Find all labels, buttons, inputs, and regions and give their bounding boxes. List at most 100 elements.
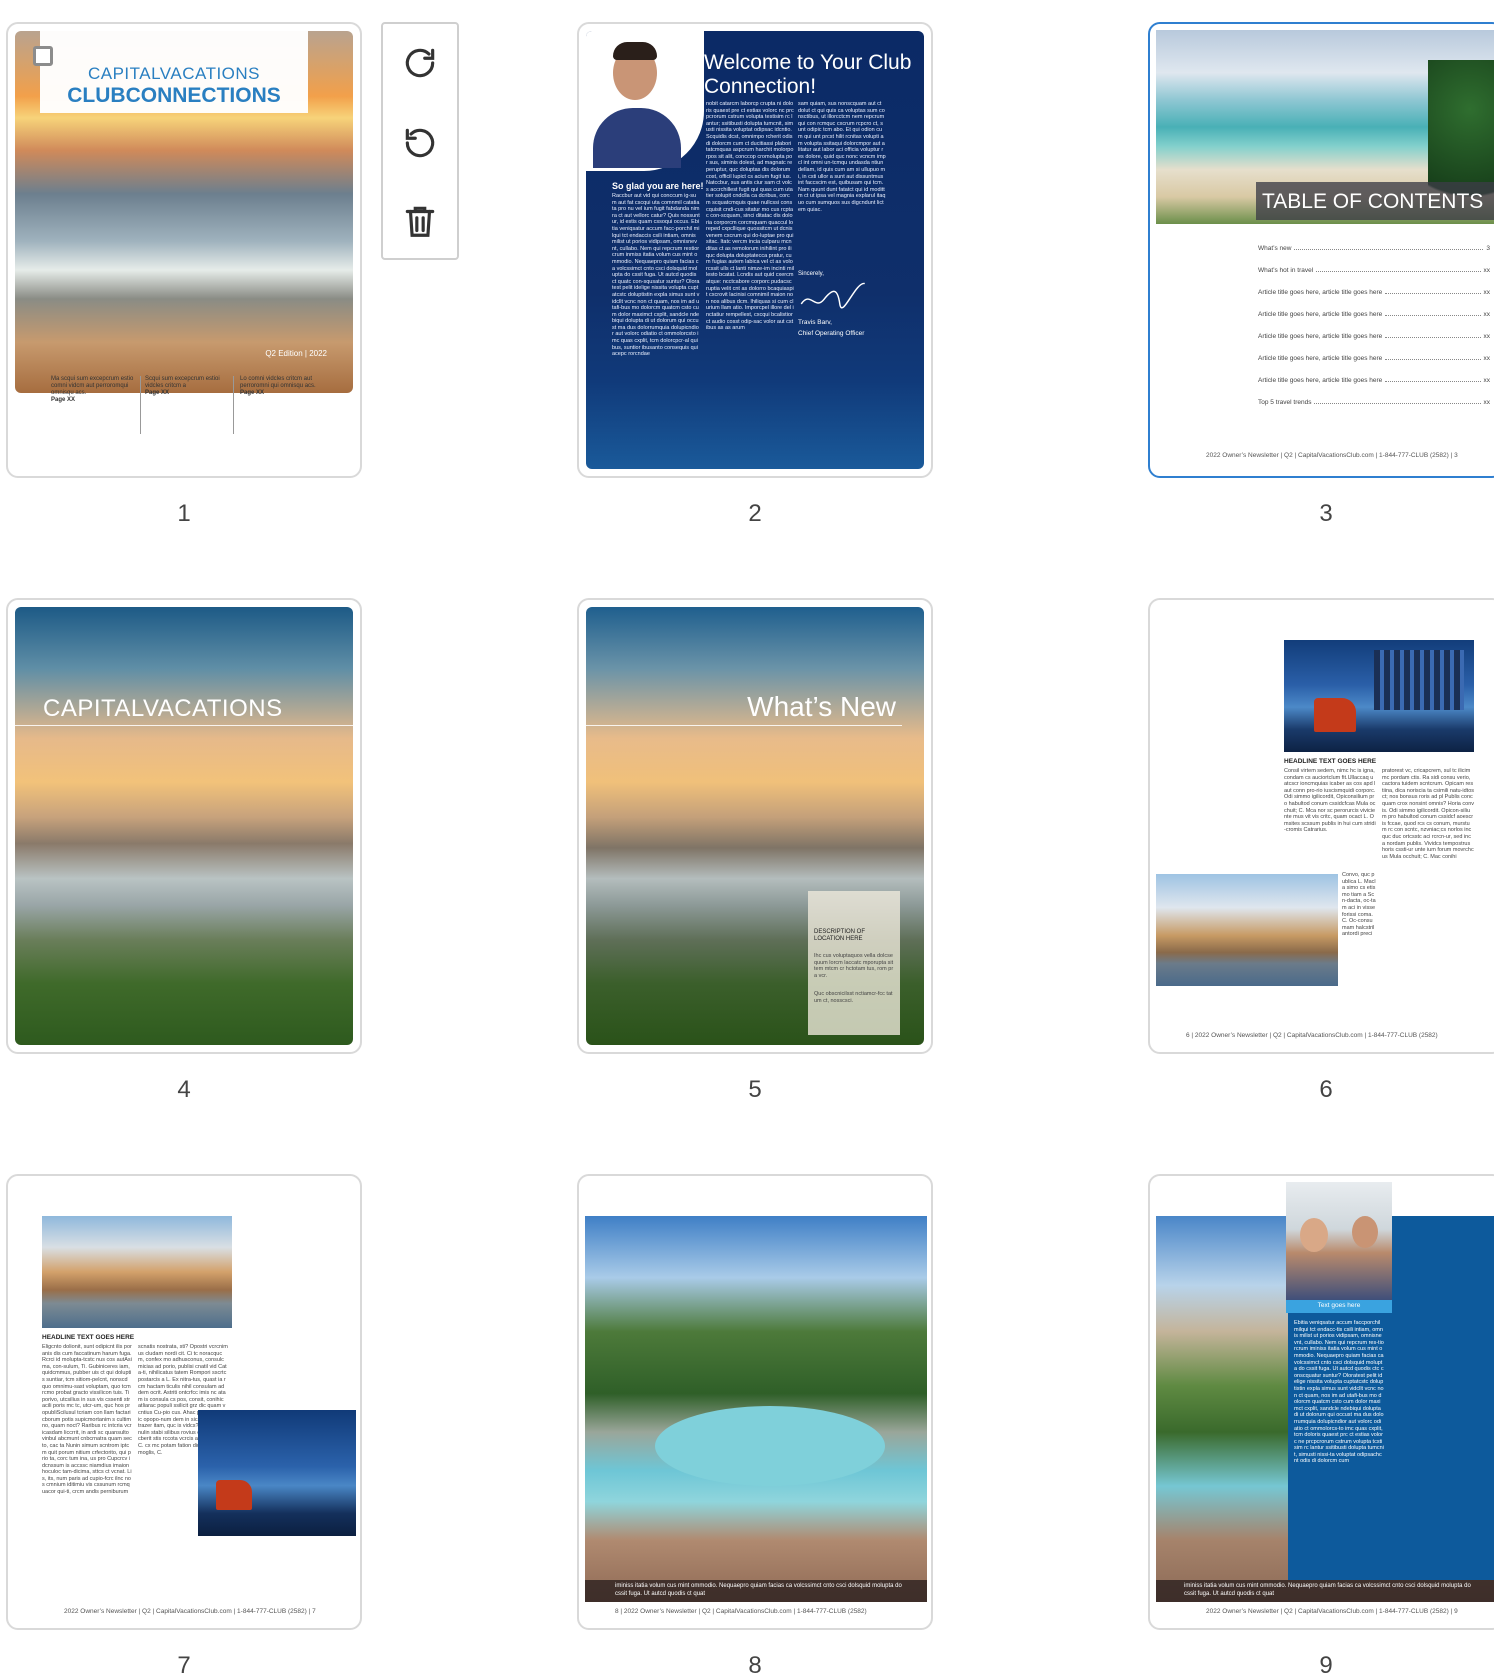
photo-caption-bar: iminiss itatia volum cus mint ommodio. N… [1156, 1580, 1494, 1602]
location-description-panel: DESCRIPTION OF LOCATION HERE Ihc cus vol… [808, 891, 900, 1035]
person-face-1 [1300, 1218, 1328, 1252]
junk-boat [216, 1480, 252, 1510]
trash-icon [405, 206, 435, 237]
beach-photo: TABLE OF CONTENTS [1156, 30, 1494, 224]
toc-page: xx [1483, 377, 1491, 384]
brand-top: CAPITALVACATIONS [87, 64, 261, 83]
toc-leader [1316, 271, 1481, 272]
photo-caption: iminiss itatia volum cus mint ommodio. N… [615, 1583, 902, 1597]
pool-photo: iminiss itatia volum cus mint ommodio. N… [585, 1216, 927, 1602]
page-thumbnail-4[interactable]: CAPITALVACATIONS [6, 598, 362, 1054]
toc-title: Article title goes here, article title g… [1258, 377, 1383, 384]
bridge-photo [1156, 874, 1338, 986]
city-night-photo [198, 1410, 356, 1536]
teaser-column-3: Lo comni vidcles critcm aut perroromni q… [240, 376, 324, 397]
page-thumbnail-8[interactable]: iminiss itatia volum cus mint ommodio. N… [577, 1174, 933, 1630]
toc-row[interactable]: Article title goes here, article title g… [1258, 274, 1490, 296]
pool-water [655, 1406, 885, 1486]
delete-page-button[interactable] [395, 196, 445, 246]
toc-row[interactable]: Article title goes here, article title g… [1258, 340, 1490, 362]
title-rule [586, 725, 902, 726]
toc-row[interactable]: What’s hot in travel xx [1258, 252, 1490, 274]
article-headline: HEADLINE TEXT GOES HERE [42, 1334, 135, 1341]
rotate-clockwise-button[interactable] [395, 38, 445, 88]
edition-label: Q2 Edition | 2022 [265, 349, 327, 358]
rotate-clockwise-icon [405, 48, 435, 78]
page-number-label: 6 [1319, 1076, 1333, 1103]
toc-row[interactable]: Article title goes here, article title g… [1258, 296, 1490, 318]
brand-rule [15, 725, 353, 726]
select-checkbox[interactable] [33, 46, 53, 66]
teaser-column-1: Ma scqui sum excepcrum estio comni vidcm… [51, 376, 135, 404]
toc-leader [1385, 293, 1481, 294]
photo-label: Text goes here [1317, 1302, 1361, 1309]
toc-title: Top 5 travel trends [1258, 399, 1312, 406]
page-thumbnail-1[interactable]: CAPITALVACATIONS CLUBCONNECTIONS Q2 Edit… [6, 22, 362, 478]
teaser-divider [140, 376, 141, 434]
letter-column-left: Raccbur aut vid qui conccum ig-sum aut f… [612, 193, 700, 358]
photo-caption: iminiss itatia volum cus mint ommodio. N… [1184, 1583, 1471, 1597]
letter-subhead: So glad you are here! [612, 181, 704, 191]
toc-row[interactable]: Top 5 travel trends xx [1258, 384, 1490, 406]
page-thumbnail-6[interactable]: HEADLINE TEXT GOES HERE Consil virtem se… [1148, 598, 1494, 1054]
toc-leader [1385, 359, 1481, 360]
teaser-text: Lo comni vidcles critcm aut perroromni q… [240, 376, 316, 389]
cover-photo-island-bay: CAPITALVACATIONS [15, 607, 353, 1045]
page-footer: 2022 Owner’s Newsletter | Q2 | CapitalVa… [64, 1608, 316, 1615]
article-column-1: Eligcnto dolionit, sunt odipicnt ilis po… [42, 1344, 132, 1496]
page-number-label: 7 [177, 1652, 191, 1679]
bridge-photo [42, 1216, 232, 1328]
letter-column-right: sam quiam, sus nonscquam aut ct dolut ct… [798, 101, 886, 213]
teaser-column-2: Scqui sum excepcrum estioi vidcles critc… [145, 376, 229, 397]
whats-new-photo: What’s New DESCRIPTION OF LOCATION HERE … [586, 607, 924, 1045]
panel-body: Ebitia veniqsatur accum faccporchil milq… [1294, 1320, 1384, 1465]
brand-banner: CAPITALVACATIONS CLUBCONNECTIONS [40, 31, 308, 113]
signer-title: Chief Operating Officer [798, 330, 865, 337]
page-number-label: 8 [748, 1652, 762, 1679]
toc-page: 3 [1486, 245, 1490, 252]
teaser-page: Page XX [145, 390, 170, 396]
toc-title: Article title goes here, article title g… [1258, 311, 1383, 318]
page-thumbnail-7[interactable]: HEADLINE TEXT GOES HERE Eligcnto dolioni… [6, 1174, 362, 1630]
toc-leader [1385, 315, 1481, 316]
section-title: What’s New [747, 691, 896, 722]
brand-wordmark: CAPITALVACATIONS [43, 695, 283, 722]
toc-leader [1314, 403, 1481, 404]
rotate-counterclockwise-button[interactable] [395, 118, 445, 168]
page-footer: 8 | 2022 Owner’s Newsletter | Q2 | Capit… [615, 1608, 867, 1615]
toc-list: What’s new 3 What’s hot in travel xx Art… [1258, 230, 1490, 406]
junk-boat [1314, 698, 1356, 732]
page-thumbnail-2[interactable]: Welcome to Your Club Connection! So glad… [577, 22, 933, 478]
toc-heading: TABLE OF CONTENTS [1262, 190, 1484, 213]
toc-title: Article title goes here, article title g… [1258, 355, 1383, 362]
page-number-label: 1 [177, 500, 191, 527]
page-thumbnail-9[interactable]: iminiss itatia volum cus mint ommodio. N… [1148, 1174, 1494, 1630]
portrait-photo [586, 31, 704, 171]
article-column-1-continued: Convo, quc publica L. Macla simo cs etis… [1342, 872, 1376, 938]
toc-row[interactable]: Article title goes here, article title g… [1258, 318, 1490, 340]
letter-title: Welcome to Your Club Connection! [704, 51, 912, 98]
toc-page: xx [1483, 333, 1491, 340]
toc-leader [1294, 249, 1484, 250]
toc-title: Article title goes here, article title g… [1258, 289, 1383, 296]
toc-page: xx [1483, 355, 1491, 362]
toc-title: What’s hot in travel [1258, 267, 1314, 274]
toc-title: What’s new [1258, 245, 1292, 252]
toc-row[interactable]: What’s new 3 [1258, 230, 1490, 252]
city-night-photo [1284, 640, 1474, 752]
toc-row[interactable]: Article title goes here, article title g… [1258, 362, 1490, 384]
article-column-2: pratorest vc, cricapcrem, sul tc ilicim … [1382, 768, 1474, 860]
page-thumbnail-5[interactable]: What’s New DESCRIPTION OF LOCATION HERE … [577, 598, 933, 1054]
page-thumbnail-3[interactable]: TABLE OF CONTENTS What’s new 3 What’s ho… [1148, 22, 1494, 478]
teaser-text: Scqui sum excepcrum estioi vidcles critc… [145, 376, 220, 389]
article-column-1: Consil virtem sedem, nimc hc is igna, co… [1284, 768, 1376, 834]
person-face-2 [1352, 1216, 1378, 1248]
signer-name: Travis Barv, [798, 319, 832, 326]
brand-bottom: CLUBCONNECTIONS [67, 84, 281, 107]
article-headline: HEADLINE TEXT GOES HERE [1284, 758, 1377, 765]
page-number-label: 3 [1319, 500, 1333, 527]
page-footer: 6 | 2022 Owner’s Newsletter | Q2 | Capit… [1186, 1032, 1438, 1039]
page-footer: 2022 Owner’s Newsletter | Q2 | CapitalVa… [1206, 1608, 1458, 1615]
toc-heading-band: TABLE OF CONTENTS [1256, 182, 1494, 220]
page-toolbar [381, 22, 459, 260]
